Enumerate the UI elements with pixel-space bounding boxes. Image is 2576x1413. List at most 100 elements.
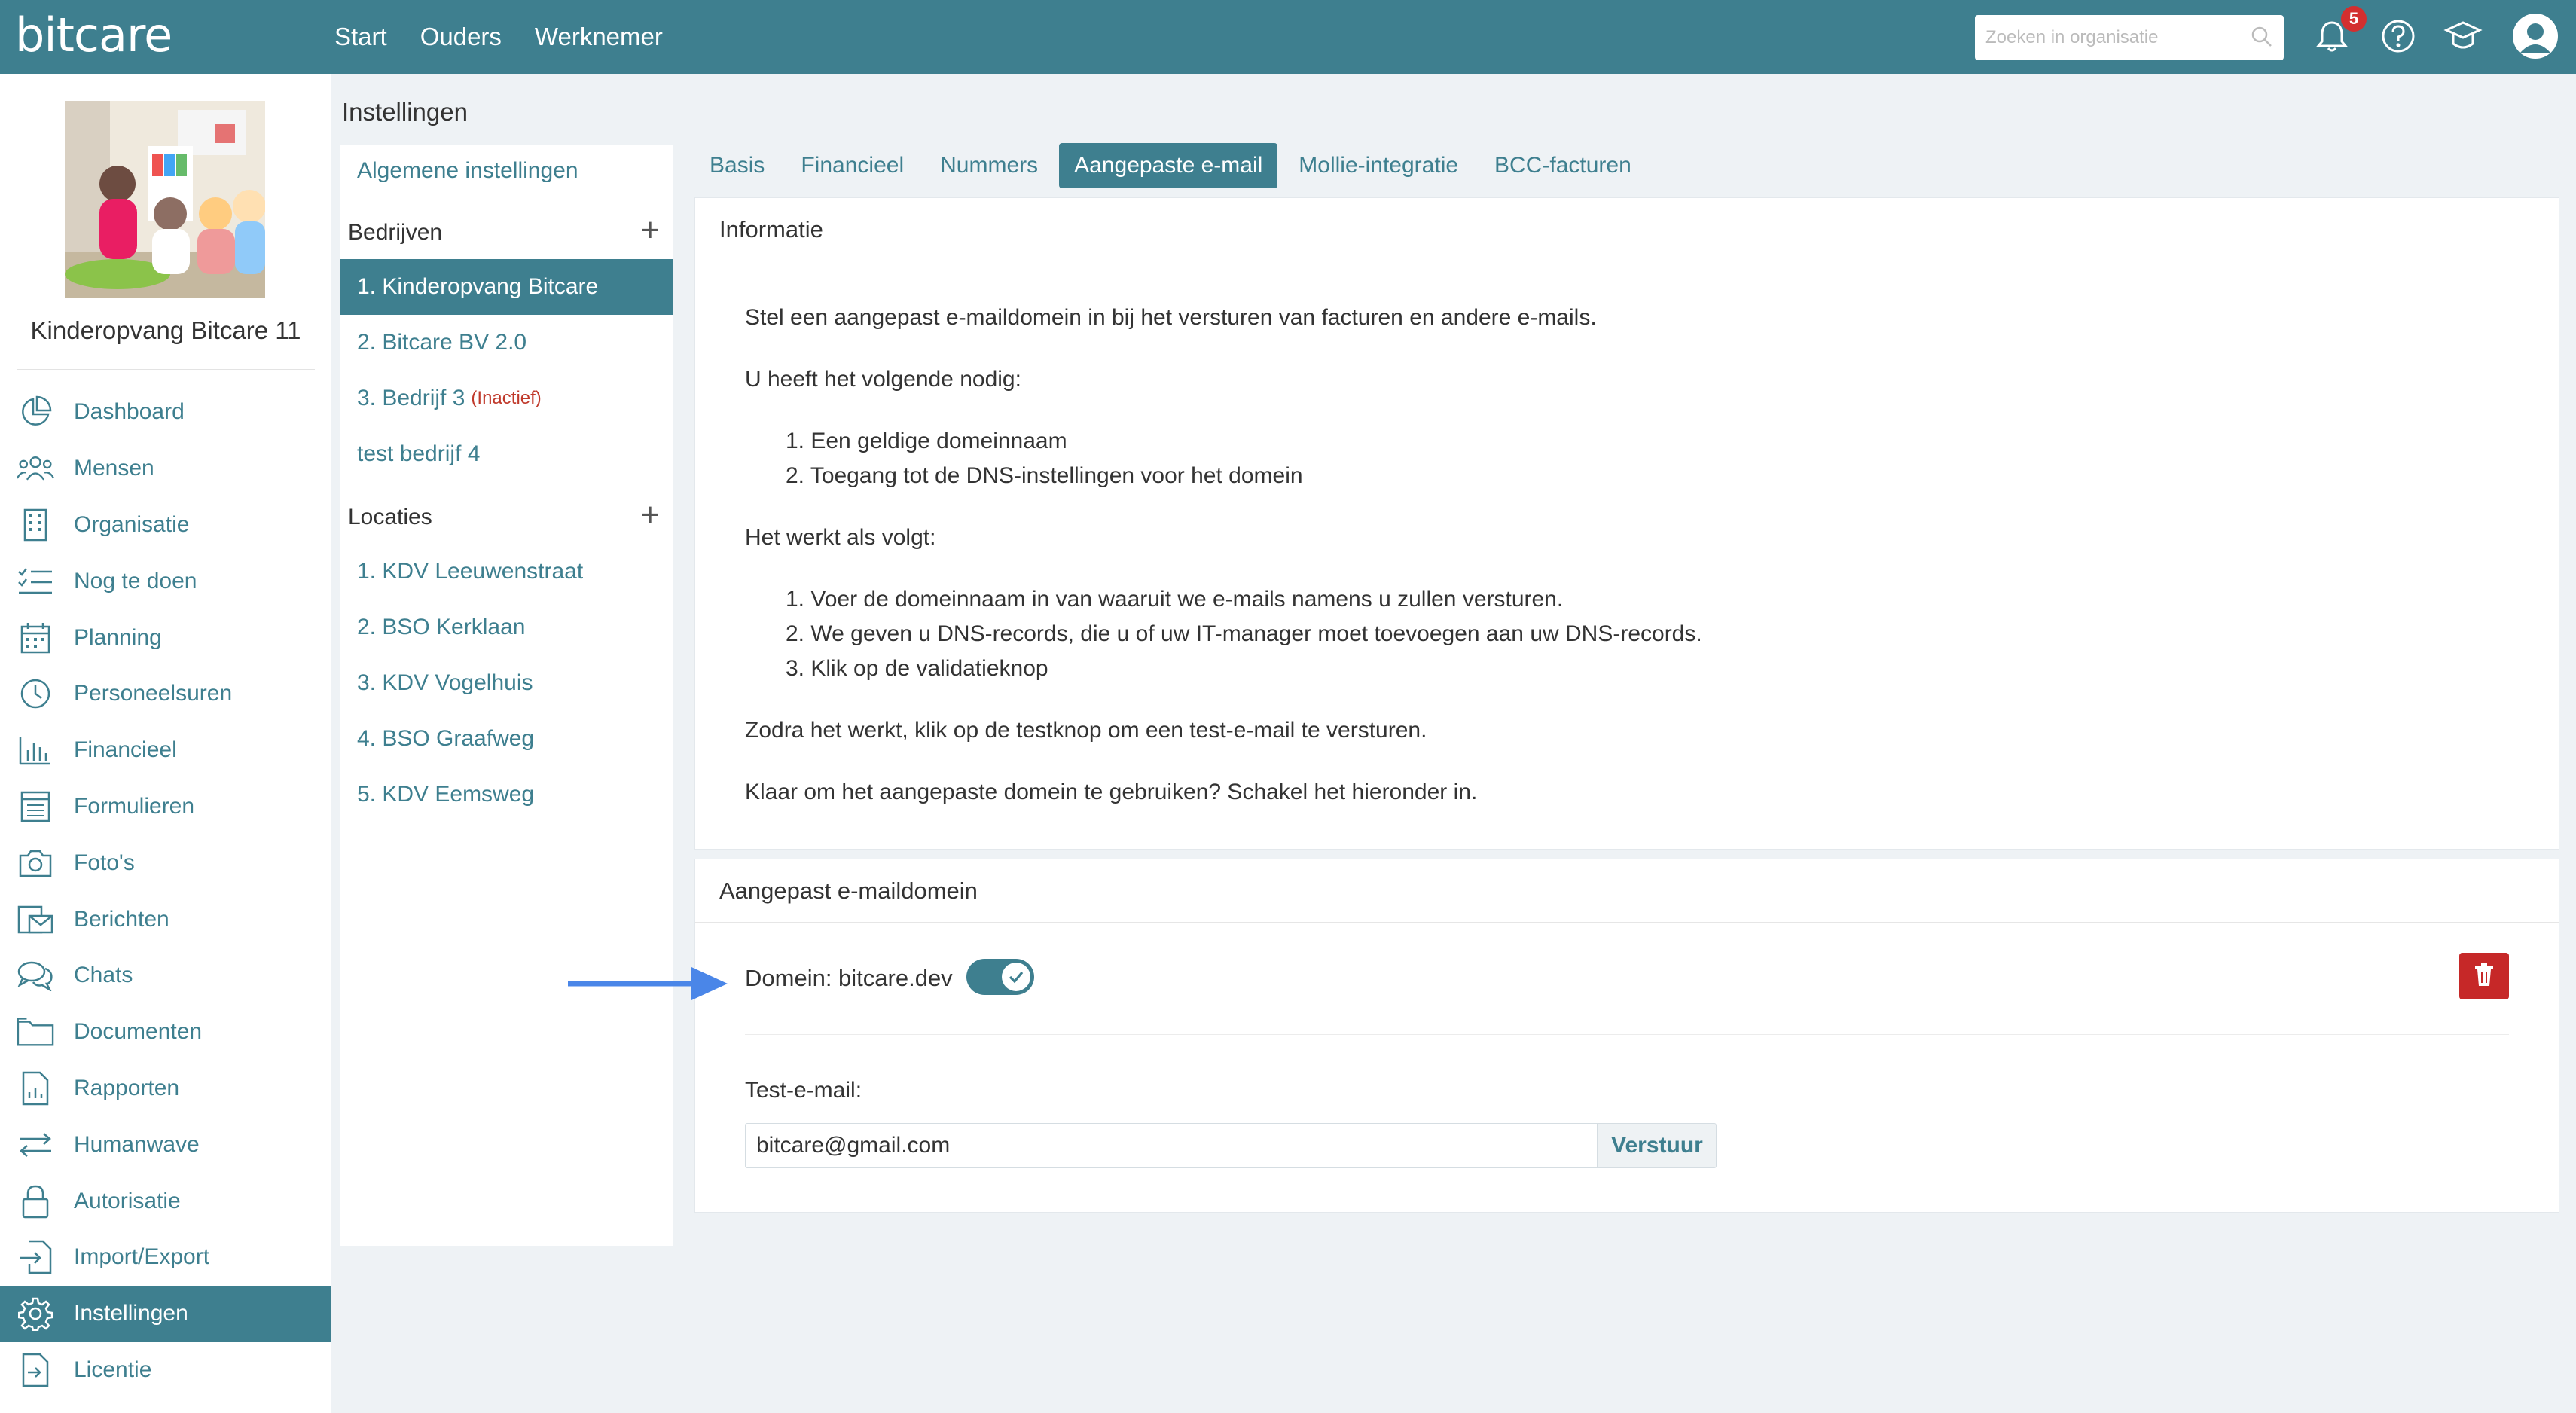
sidebar-item-label: Documenten: [74, 1019, 203, 1045]
sidebar-item-rapporten[interactable]: Rapporten: [0, 1061, 331, 1117]
sidebar-item-chats[interactable]: Chats: [0, 948, 331, 1004]
location-item[interactable]: 5. KDV Eemsweg: [340, 767, 673, 822]
delete-domain-button[interactable]: [2459, 953, 2509, 999]
info-how-item: 3. Klik op de validatieknop: [786, 656, 1048, 681]
domain-panel-divider: [745, 1034, 2509, 1035]
top-bar: bitcare Start Ouders Werknemer 5: [0, 0, 2576, 74]
page-title: Instellingen: [342, 98, 468, 126]
company-item-3[interactable]: 3. Bedrijf 3 (Inactief): [340, 371, 673, 426]
company-item-label: 3. Bedrijf 3: [357, 386, 465, 410]
settings-subnav: Algemene instellingen Bedrijven + 1. Kin…: [340, 145, 673, 1246]
search-input[interactable]: [1975, 27, 2231, 48]
sidebar-item-import-export[interactable]: Import/Export: [0, 1229, 331, 1286]
info-test-note: Zodra het werkt, klik op de testknop om …: [745, 718, 1427, 743]
tab-bcc-facturen[interactable]: BCC-facturen: [1479, 143, 1647, 188]
pie-chart-icon: [17, 393, 54, 431]
sidebar-item-label: Instellingen: [74, 1301, 188, 1326]
transfer-icon: [17, 1126, 54, 1164]
info-panel-header: Informatie: [695, 198, 2559, 261]
info-need-item: 2. Toegang tot de DNS-instellingen voor …: [786, 463, 1303, 488]
sidebar-item-mensen[interactable]: Mensen: [0, 441, 331, 497]
sidebar-item-personeelsuren[interactable]: Personeelsuren: [0, 666, 331, 722]
tab-aangepaste-email[interactable]: Aangepaste e-mail: [1059, 143, 1278, 188]
sidebar-item-autorisatie[interactable]: Autorisatie: [0, 1173, 331, 1229]
location-item[interactable]: 2. BSO Kerklaan: [340, 600, 673, 655]
sidebar-item-label: Financieel: [74, 737, 177, 763]
checklist-icon: [17, 563, 54, 600]
test-email-input[interactable]: [745, 1123, 1598, 1168]
notification-badge: 5: [2339, 5, 2368, 33]
bar-chart-icon: [17, 731, 54, 769]
info-ready-note: Klaar om het aangepaste domein te gebrui…: [745, 780, 1478, 804]
calendar-icon: [17, 619, 54, 657]
search-icon[interactable]: [2251, 26, 2273, 52]
sidebar-item-label: Nog te doen: [74, 568, 197, 594]
sidebar-item-label: Chats: [74, 963, 133, 988]
custom-domain-panel: Aangepast e-maildomein Domein: bitcare.d…: [694, 859, 2559, 1213]
tab-mollie-integratie[interactable]: Mollie-integratie: [1283, 143, 1473, 188]
sidebar-item-formulieren[interactable]: Formulieren: [0, 779, 331, 835]
graduation-cap-icon[interactable]: [2443, 17, 2483, 60]
company-item-4[interactable]: test bedrijf 4: [340, 426, 673, 482]
domain-label: Domein: bitcare.dev: [745, 965, 953, 991]
help-icon[interactable]: [2379, 17, 2418, 60]
general-settings-link[interactable]: Algemene instellingen: [357, 158, 578, 184]
info-how-item: 1. Voer de domeinnaam in van waaruit we …: [786, 587, 1564, 612]
check-icon: [1002, 963, 1030, 991]
sidebar-item-label: Personeelsuren: [74, 681, 233, 706]
clock-icon: [17, 675, 54, 713]
folder-icon: [17, 1013, 54, 1051]
sidebar-nav: Dashboard Mensen Organisatie Nog te doen…: [0, 384, 331, 1398]
sidebar-item-label: Formulieren: [74, 793, 195, 819]
company-item-2[interactable]: 2. Bitcare BV 2.0: [340, 315, 673, 371]
location-item[interactable]: 4. BSO Graafweg: [340, 711, 673, 767]
sidebar-item-label: Licentie: [74, 1357, 152, 1382]
sidebar-item-organisatie[interactable]: Organisatie: [0, 497, 331, 554]
add-location-icon[interactable]: +: [640, 499, 660, 532]
tab-financieel[interactable]: Financieel: [786, 143, 919, 188]
license-icon: [17, 1351, 54, 1389]
search-box: [1975, 15, 2284, 60]
info-how-title: Het werkt als volgt:: [745, 525, 936, 550]
sidebar-item-fotos[interactable]: Foto's: [0, 835, 331, 891]
sidebar-item-instellingen[interactable]: Instellingen: [0, 1285, 331, 1342]
info-how-item: 2. We geven u DNS-records, die u of uw I…: [786, 621, 1702, 646]
sidebar-item-humanwave[interactable]: Humanwave: [0, 1116, 331, 1173]
location-item[interactable]: 3. KDV Vogelhuis: [340, 655, 673, 711]
sidebar-item-documenten[interactable]: Documenten: [0, 1004, 331, 1061]
sidebar-item-dashboard[interactable]: Dashboard: [0, 384, 331, 441]
sidebar-item-berichten[interactable]: Berichten: [0, 891, 331, 948]
nav-start[interactable]: Start: [334, 23, 387, 51]
tab-nummers[interactable]: Nummers: [925, 143, 1053, 188]
bitcare-logo[interactable]: bitcare: [15, 8, 172, 63]
info-panel: Informatie Stel een aangepast e-maildome…: [694, 197, 2559, 850]
company-item-1[interactable]: 1. Kinderopvang Bitcare: [340, 259, 673, 315]
sidebar-item-label: Berichten: [74, 906, 169, 932]
sidebar-item-label: Dashboard: [74, 399, 185, 425]
inactive-badge: (Inactief): [471, 388, 542, 408]
add-company-icon[interactable]: +: [640, 214, 660, 247]
nav-ouders[interactable]: Ouders: [420, 23, 502, 51]
user-avatar-icon[interactable]: [2511, 12, 2559, 64]
settings-tabs: Basis Financieel Nummers Aangepaste e-ma…: [694, 143, 1653, 188]
sidebar-item-label: Autorisatie: [74, 1188, 181, 1213]
sidebar-item-financieel[interactable]: Financieel: [0, 722, 331, 779]
lock-icon: [17, 1183, 54, 1220]
trash-icon: [2474, 963, 2495, 990]
sidebar-item-nog-te-doen[interactable]: Nog te doen: [0, 553, 331, 609]
sidebar-item-planning[interactable]: Planning: [0, 609, 331, 666]
send-test-email-button[interactable]: Verstuur: [1598, 1123, 1717, 1168]
tab-basis[interactable]: Basis: [694, 143, 780, 188]
test-email-label: Test-e-mail:: [745, 1078, 862, 1103]
messages-icon: [17, 901, 54, 938]
top-nav: Start Ouders Werknemer: [334, 0, 663, 74]
sidebar-item-licentie[interactable]: Licentie: [0, 1342, 331, 1399]
sidebar-item-label: Rapporten: [74, 1075, 180, 1100]
location-item[interactable]: 1. KDV Leeuwenstraat: [340, 544, 673, 600]
gear-icon: [17, 1295, 54, 1332]
domain-enabled-toggle[interactable]: [966, 959, 1034, 995]
sidebar-item-label: Organisatie: [74, 511, 190, 537]
building-icon: [17, 506, 54, 544]
nav-werknemer[interactable]: Werknemer: [535, 23, 663, 51]
import-icon: [17, 1238, 54, 1276]
